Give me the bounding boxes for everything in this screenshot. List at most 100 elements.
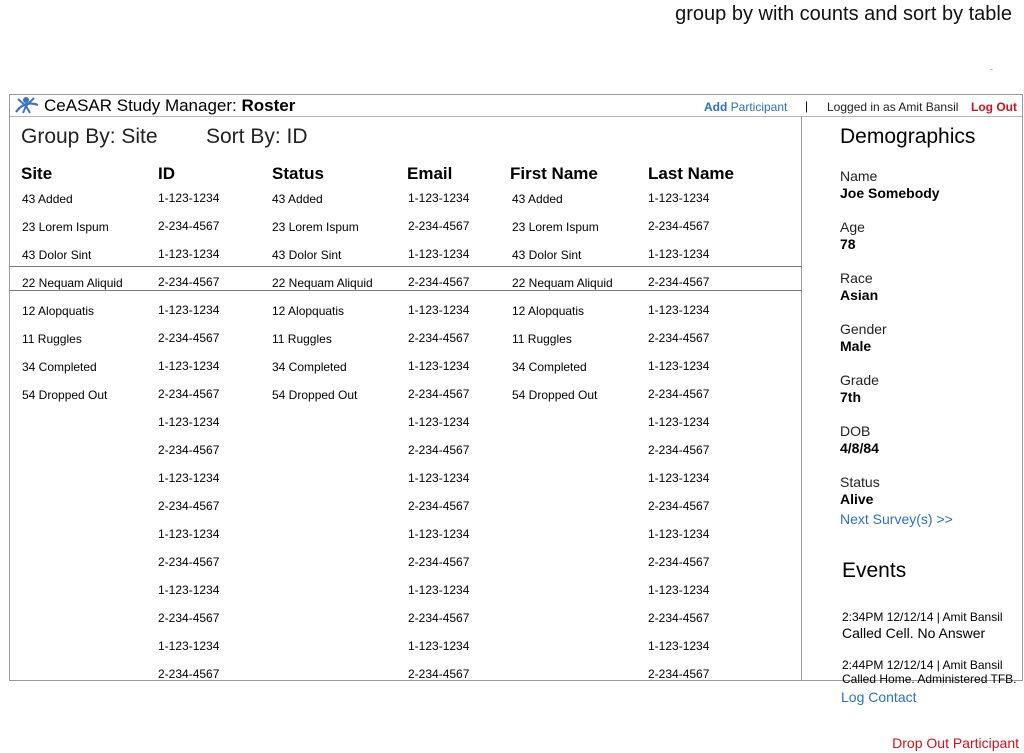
- id-cell: 1-123-1234: [158, 583, 220, 597]
- last-name-cell: 1-123-1234: [648, 303, 710, 317]
- last-name-cell: 1-123-1234: [648, 527, 710, 541]
- last-name-cell: 2-234-4567: [648, 275, 710, 289]
- demo-value-grade: 7th: [840, 389, 861, 405]
- id-cell: 2-234-4567: [158, 555, 220, 569]
- header-separator: |: [805, 99, 809, 113]
- demo-value-status: Alive: [840, 491, 874, 507]
- event-meta: 2:44PM 12/12/14 | Amit Bansil: [842, 658, 1003, 672]
- column-header-first-name[interactable]: First Name: [510, 164, 598, 184]
- email-cell: 2-234-4567: [408, 219, 470, 233]
- id-cell: 2-234-4567: [158, 611, 220, 625]
- email-cell: 1-123-1234: [408, 247, 470, 261]
- event-note: Called Home. Administered TFB.: [842, 672, 1017, 686]
- next-survey-link[interactable]: Next Survey(s) >>: [840, 511, 953, 527]
- email-cell: 2-234-4567: [408, 275, 470, 289]
- demo-value-name: Joe Somebody: [840, 185, 940, 201]
- demo-value-age: 78: [840, 236, 856, 252]
- first-name-cell: 43 Added: [512, 192, 563, 206]
- last-name-cell: 1-123-1234: [648, 191, 710, 205]
- id-cell: 2-234-4567: [158, 667, 220, 681]
- logout-link[interactable]: Log Out: [971, 100, 1017, 114]
- site-cell: 22 Nequam Aliquid: [22, 276, 123, 290]
- first-name-cell: 22 Nequam Aliquid: [512, 276, 613, 290]
- demo-value-race: Asian: [840, 287, 879, 303]
- demo-label-grade: Grade: [840, 372, 879, 388]
- panel-divider: [801, 117, 802, 681]
- last-name-cell: 2-234-4567: [648, 611, 710, 625]
- column-header-status[interactable]: Status: [272, 164, 324, 184]
- last-name-cell: 1-123-1234: [648, 639, 710, 653]
- status-cell: 54 Dropped Out: [272, 388, 358, 402]
- id-cell: 2-234-4567: [158, 387, 220, 401]
- site-cell: 43 Added: [22, 192, 73, 206]
- annotation-mark: -: [990, 64, 993, 74]
- column-header-id[interactable]: ID: [158, 164, 175, 184]
- id-cell: 1-123-1234: [158, 359, 220, 373]
- status-cell: 11 Ruggles: [272, 332, 332, 346]
- email-cell: 2-234-4567: [408, 443, 470, 457]
- last-name-cell: 2-234-4567: [648, 219, 710, 233]
- email-cell: 1-123-1234: [408, 583, 470, 597]
- email-cell: 2-234-4567: [408, 611, 470, 625]
- annotation-caption: group by with counts and sort by table: [675, 3, 1012, 25]
- email-cell: 2-234-4567: [408, 387, 470, 401]
- email-cell: 2-234-4567: [408, 555, 470, 569]
- demo-label-dob: DOB: [840, 423, 871, 439]
- column-header-email[interactable]: Email: [407, 164, 452, 184]
- header-bar: CeASAR Study Manager: Roster Add Partici…: [10, 95, 1022, 117]
- status-cell: 43 Added: [272, 192, 323, 206]
- first-name-cell: 34 Completed: [512, 360, 587, 374]
- column-header-site[interactable]: Site: [21, 164, 52, 184]
- status-cell: 12 Alopquatis: [272, 304, 345, 318]
- id-cell: 1-123-1234: [158, 303, 220, 317]
- email-cell: 1-123-1234: [408, 527, 470, 541]
- site-cell: 12 Alopquatis: [22, 304, 95, 318]
- event-note: Called Cell. No Answer: [842, 625, 986, 641]
- id-cell: 2-234-4567: [158, 499, 220, 513]
- last-name-cell: 2-234-4567: [648, 443, 710, 457]
- demo-value-gender: Male: [840, 338, 872, 354]
- last-name-cell: 1-123-1234: [648, 247, 710, 261]
- id-cell: 2-234-4567: [158, 443, 220, 457]
- events-title: Events: [842, 559, 907, 582]
- logged-in-text: Logged in as Amit Bansil: [827, 100, 959, 114]
- last-name-cell: 2-234-4567: [648, 387, 710, 401]
- demo-label-race: Race: [840, 270, 873, 286]
- first-name-cell: 54 Dropped Out: [512, 388, 598, 402]
- status-cell: 22 Nequam Aliquid: [272, 276, 373, 290]
- email-cell: 1-123-1234: [408, 415, 470, 429]
- add-participant-link[interactable]: Add Participant: [704, 100, 787, 114]
- email-cell: 1-123-1234: [408, 471, 470, 485]
- group-by-control[interactable]: Group By: Site: [21, 125, 158, 149]
- logo-icon: [15, 97, 39, 114]
- id-cell: 1-123-1234: [158, 191, 220, 205]
- add-participant-rest: Participant: [727, 100, 788, 114]
- last-name-cell: 1-123-1234: [648, 415, 710, 429]
- row-separator: [10, 266, 802, 267]
- row-separator: [10, 290, 802, 291]
- demographics-title: Demographics: [840, 125, 976, 148]
- app-title: CeASAR Study Manager: Roster: [44, 96, 295, 116]
- last-name-cell: 1-123-1234: [648, 583, 710, 597]
- site-cell: 23 Lorem Ispum: [22, 220, 109, 234]
- status-cell: 23 Lorem Ispum: [272, 220, 359, 234]
- email-cell: 2-234-4567: [408, 499, 470, 513]
- id-cell: 2-234-4567: [158, 275, 220, 289]
- add-participant-bold: Add: [704, 100, 728, 114]
- demo-label-status: Status: [840, 474, 880, 490]
- last-name-cell: 2-234-4567: [648, 555, 710, 569]
- status-cell: 43 Dolor Sint: [272, 248, 342, 262]
- id-cell: 1-123-1234: [158, 471, 220, 485]
- id-cell: 1-123-1234: [158, 415, 220, 429]
- id-cell: 1-123-1234: [158, 247, 220, 261]
- first-name-cell: 11 Ruggles: [512, 332, 572, 346]
- site-cell: 34 Completed: [22, 360, 97, 374]
- drop-out-participant-link[interactable]: Drop Out Participant: [892, 735, 1019, 751]
- demo-label-age: Age: [840, 219, 865, 235]
- first-name-cell: 43 Dolor Sint: [512, 248, 582, 262]
- sort-by-control[interactable]: Sort By: ID: [206, 125, 308, 149]
- column-header-last-name[interactable]: Last Name: [648, 164, 734, 184]
- demo-value-dob: 4/8/84: [840, 440, 879, 456]
- log-contact-link[interactable]: Log Contact: [841, 689, 917, 705]
- first-name-cell: 23 Lorem Ispum: [512, 220, 599, 234]
